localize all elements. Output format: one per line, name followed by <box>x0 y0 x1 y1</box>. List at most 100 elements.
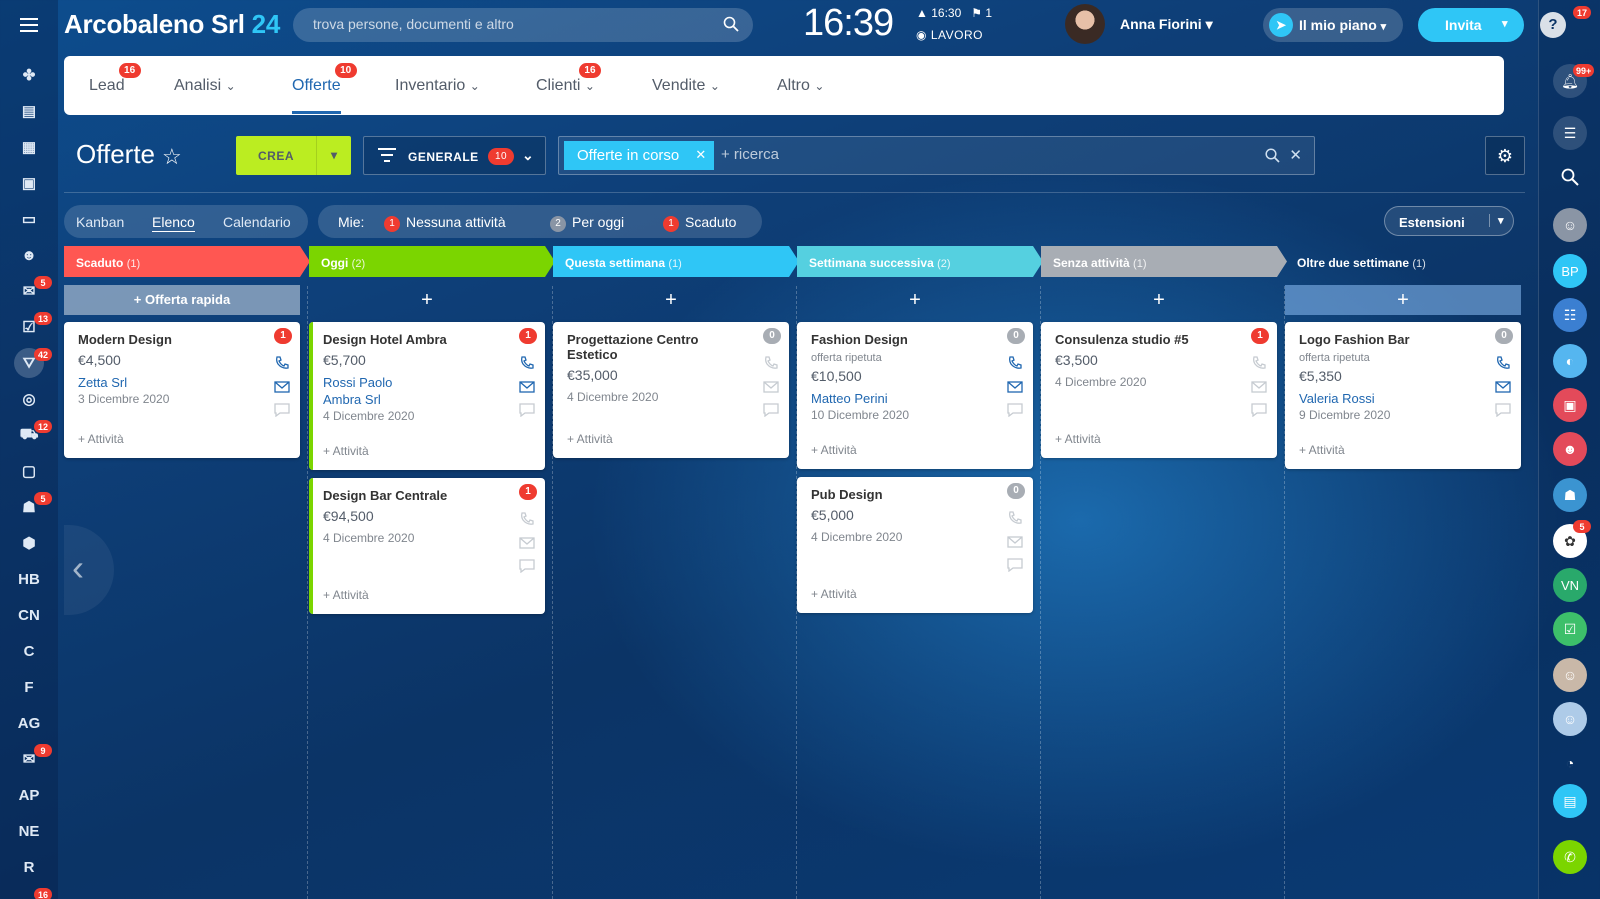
support-icon[interactable]: ◐ <box>1553 344 1587 378</box>
search-icon[interactable] <box>1265 148 1280 168</box>
card-title[interactable]: Progettazione Centro Estetico <box>567 332 742 362</box>
sidebar-item-c[interactable]: C <box>14 636 44 666</box>
card-contact-link[interactable]: Ambra Srl <box>323 392 381 407</box>
contact-avatar[interactable]: ☺ <box>1553 208 1587 242</box>
card-contact-link[interactable]: Rossi Paolo <box>323 375 392 390</box>
mail-icon[interactable] <box>274 380 290 394</box>
deal-card[interactable]: Design Hotel Ambra €5,700 Rossi Paolo Ambra… <box>309 322 545 470</box>
comment-icon[interactable] <box>519 403 535 418</box>
phone-icon[interactable]: ✆ <box>1553 840 1587 874</box>
app-icon[interactable]: ▤ <box>1553 784 1587 818</box>
deal-card[interactable]: Modern Design €4,500 Zetta Srl 3 Dicembre 2… <box>64 322 300 458</box>
counter-today[interactable]: 2 Per oggi <box>550 214 624 232</box>
card-title[interactable]: Consulenza studio #5 <box>1055 332 1230 347</box>
add-activity-link[interactable]: + Attività <box>323 444 369 458</box>
work-status[interactable]: ◉ LAVORO <box>916 28 983 42</box>
card-activity-badge[interactable]: 1 <box>1251 328 1269 344</box>
feed-icon[interactable]: ✤ <box>14 60 44 90</box>
contact-vn[interactable]: VN <box>1553 568 1587 602</box>
mail-icon[interactable] <box>1007 535 1023 549</box>
search-icon[interactable] <box>1553 160 1587 194</box>
card-title[interactable]: Design Bar Centrale <box>323 488 498 503</box>
add-activity-link[interactable]: + Attività <box>1299 443 1345 457</box>
filter-preset-button[interactable]: GENERALE 10 ⌄ <box>363 136 546 175</box>
add-card-button[interactable]: + <box>309 285 545 315</box>
add-activity-link[interactable]: + Attività <box>567 432 613 446</box>
add-card-button[interactable]: + <box>1041 285 1277 315</box>
close-icon[interactable]: ✕ <box>1289 146 1302 164</box>
phone-icon[interactable] <box>1007 511 1023 525</box>
comment-icon[interactable] <box>1007 403 1023 418</box>
menu-icon[interactable] <box>14 10 44 40</box>
add-card-button[interactable]: + <box>797 285 1033 315</box>
comment-icon[interactable] <box>274 403 290 418</box>
sidebar-item-ag[interactable]: AG <box>14 708 44 738</box>
comment-icon[interactable] <box>1495 403 1511 418</box>
view-kanban[interactable]: Kanban <box>76 214 124 230</box>
extensions-button[interactable]: Estensioni ▾ <box>1384 206 1514 236</box>
card-contact-link[interactable]: Zetta Srl <box>78 375 127 390</box>
counter-no-activity[interactable]: 1 Nessuna attività <box>384 214 506 232</box>
tab-altro[interactable]: Altro ⌄ <box>777 77 824 95</box>
phone-icon[interactable] <box>1495 356 1511 370</box>
counter-overdue[interactable]: 1 Scaduto <box>663 214 736 232</box>
card-activity-badge[interactable]: 0 <box>1007 483 1025 499</box>
sidebar-item-r[interactable]: R <box>14 852 44 882</box>
contact-avatar-2[interactable]: ☺ <box>1553 658 1587 692</box>
document-icon[interactable]: ▣ <box>14 168 44 198</box>
add-activity-link[interactable]: + Attività <box>78 432 124 446</box>
phone-icon[interactable] <box>274 356 290 370</box>
bot-icon[interactable]: ☗ <box>1553 478 1587 512</box>
deal-card[interactable]: Pub Design €5,000 4 Dicembre 2020 0 + Attivi… <box>797 477 1033 613</box>
mail-icon[interactable] <box>1495 380 1511 394</box>
card-activity-badge[interactable]: 0 <box>1007 328 1025 344</box>
card-activity-badge[interactable]: 0 <box>763 328 781 344</box>
contact-bp[interactable]: BP <box>1553 254 1587 288</box>
sidebar-item-ne[interactable]: NE <box>14 816 44 846</box>
contact-card-icon[interactable]: ▢ <box>14 456 44 486</box>
tab-lead[interactable]: Lead 16 <box>89 63 141 95</box>
group-icon[interactable]: ☻ <box>1553 432 1587 466</box>
mail-icon[interactable] <box>519 536 535 550</box>
deal-card[interactable]: Design Bar Centrale €94,500 4 Dicembre 202… <box>309 478 545 614</box>
target-icon[interactable]: ◎ <box>14 384 44 414</box>
view-elenco[interactable]: Elenco <box>152 214 195 232</box>
card-activity-badge[interactable]: 0 <box>1495 328 1513 344</box>
phone-icon[interactable] <box>519 356 535 370</box>
close-icon[interactable]: ✕ <box>695 147 706 163</box>
app-logo[interactable]: Arcobaleno Srl 24 <box>64 9 280 40</box>
chat-group-icon[interactable]: ☷ <box>1553 298 1587 332</box>
mail-icon[interactable] <box>763 380 779 394</box>
comment-icon[interactable] <box>1007 558 1023 573</box>
column-header[interactable]: Questa settimana (1) <box>553 246 799 277</box>
tab-inventario[interactable]: Inventario ⌄ <box>395 77 480 95</box>
add-activity-link[interactable]: + Attività <box>811 587 857 601</box>
search-icon[interactable] <box>723 16 739 35</box>
contact-avatar-3[interactable]: ☺ <box>1553 702 1587 736</box>
sidebar-item-f[interactable]: F <box>14 672 44 702</box>
phone-icon[interactable] <box>763 356 779 370</box>
comment-icon[interactable] <box>1251 403 1267 418</box>
deal-card[interactable]: Fashion Design offerta ripetuta €10,500 Mat… <box>797 322 1033 469</box>
comment-icon[interactable] <box>763 403 779 418</box>
gear-icon[interactable]: ⚙ <box>1485 136 1525 175</box>
card-contact-link[interactable]: Valeria Rossi <box>1299 391 1375 406</box>
channel-icon[interactable]: ▣ <box>1553 388 1587 422</box>
phone-icon[interactable] <box>519 512 535 526</box>
tab-vendite[interactable]: Vendite ⌄ <box>652 77 720 95</box>
filter-search-field[interactable]: Offerte in corso ✕ + ricerca ✕ <box>558 136 1315 175</box>
quick-offer-button[interactable]: + Offerta rapida <box>64 285 300 315</box>
card-activity-badge[interactable]: 1 <box>519 484 537 500</box>
sidebar-item-ap[interactable]: AP <box>14 780 44 810</box>
phone-icon[interactable] <box>1007 356 1023 370</box>
star-icon[interactable]: ☆ <box>162 144 182 170</box>
chevron-down-icon[interactable]: ▾ <box>316 136 351 175</box>
plan-button[interactable]: ➤ Il mio piano ▾ <box>1263 8 1403 42</box>
team-icon[interactable]: ☻ <box>14 240 44 270</box>
phone-waves-icon[interactable]: ◔ <box>1553 746 1587 780</box>
clock[interactable]: 16:39 <box>803 2 894 45</box>
card-title[interactable]: Fashion Design <box>811 332 986 347</box>
tab-analisi[interactable]: Analisi ⌄ <box>174 77 236 95</box>
add-card-button[interactable]: + <box>1285 285 1521 315</box>
card-title[interactable]: Pub Design <box>811 487 986 502</box>
